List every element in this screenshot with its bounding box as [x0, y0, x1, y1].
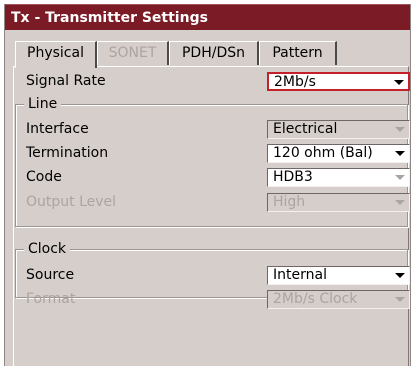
interface-value: Electrical	[273, 121, 338, 137]
tab-pattern[interactable]: Pattern	[259, 41, 337, 65]
chevron-down-icon	[395, 200, 405, 205]
termination-label: Termination	[26, 145, 109, 161]
transmitter-settings-window: Tx - Transmitter Settings Physical SONET…	[4, 4, 411, 366]
format-dropdown[interactable]: 2Mb/s Clock	[267, 290, 410, 309]
tab-physical[interactable]: Physical	[15, 41, 97, 68]
chevron-down-icon	[395, 151, 405, 156]
interface-label: Interface	[26, 121, 89, 137]
source-dropdown[interactable]: Internal	[267, 266, 410, 285]
code-label: Code	[26, 169, 62, 185]
signal-rate-value: 2Mb/s	[274, 74, 316, 90]
termination-value: 120 ohm (Bal)	[273, 145, 373, 161]
chevron-down-icon	[395, 273, 405, 278]
chevron-down-icon	[395, 175, 405, 180]
source-label: Source	[26, 267, 75, 283]
format-value: 2Mb/s Clock	[273, 291, 358, 307]
chevron-down-icon	[395, 127, 405, 132]
output-level-value: High	[273, 194, 306, 210]
window-title: Tx - Transmitter Settings	[5, 4, 410, 30]
source-value: Internal	[273, 267, 327, 283]
signal-rate-label: Signal Rate	[26, 73, 106, 89]
clock-group-title: Clock	[24, 240, 71, 258]
tab-sonet[interactable]: SONET	[97, 41, 169, 65]
tab-pdh-dsn[interactable]: PDH/DSn	[169, 41, 259, 65]
output-level-label: Output Level	[26, 194, 117, 210]
signal-rate-dropdown[interactable]: 2Mb/s	[267, 72, 410, 91]
format-label: Format	[26, 291, 76, 307]
chevron-down-icon	[395, 297, 405, 302]
code-value: HDB3	[273, 169, 313, 185]
chevron-down-icon	[394, 80, 404, 85]
output-level-dropdown[interactable]: High	[267, 193, 410, 212]
code-dropdown[interactable]: HDB3	[267, 168, 410, 187]
interface-dropdown[interactable]: Electrical	[267, 120, 410, 139]
line-group-title: Line	[24, 95, 62, 113]
termination-dropdown[interactable]: 120 ohm (Bal)	[267, 144, 410, 163]
